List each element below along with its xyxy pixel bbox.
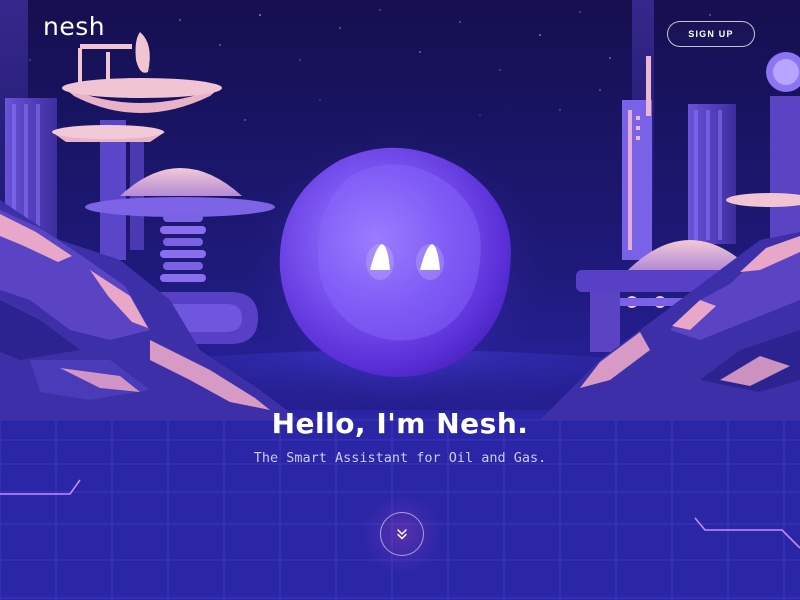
sign-up-button[interactable]: SIGN UP bbox=[667, 21, 755, 47]
hero-section: Hello, I'm Nesh. The Smart Assistant for… bbox=[0, 406, 800, 468]
chevron-double-down-icon bbox=[397, 529, 407, 540]
top-nav: nesh SIGN UP bbox=[0, 0, 800, 70]
landing-page: nesh SIGN UP Hello, I'm Nesh. The Smart … bbox=[0, 0, 800, 600]
hero-title: Hello, I'm Nesh. bbox=[271, 407, 529, 440]
scroll-down-button[interactable] bbox=[380, 512, 424, 556]
nesh-orb bbox=[246, 130, 546, 410]
right-tower bbox=[622, 52, 800, 260]
hero-subtitle: The Smart Assistant for Oil and Gas. bbox=[253, 450, 547, 466]
nesh-logo[interactable]: nesh bbox=[43, 14, 105, 39]
